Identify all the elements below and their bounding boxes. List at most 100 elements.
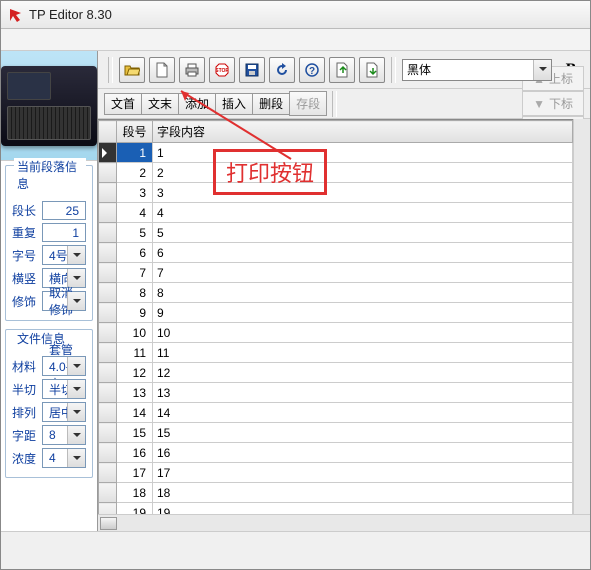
segment-content-cell[interactable]: 8 xyxy=(153,283,573,303)
segment-content-cell[interactable]: 19 xyxy=(153,503,573,515)
segment-number-cell[interactable]: 19 xyxy=(117,503,153,515)
segment-content-cell[interactable]: 14 xyxy=(153,403,573,423)
row-header[interactable] xyxy=(99,383,117,403)
segment-number-cell[interactable]: 3 xyxy=(117,183,153,203)
segment-number-cell[interactable]: 12 xyxy=(117,363,153,383)
segment-number-cell[interactable]: 2 xyxy=(117,163,153,183)
row-header[interactable] xyxy=(99,463,117,483)
segment-content-cell[interactable]: 16 xyxy=(153,443,573,463)
table-corner[interactable] xyxy=(99,121,117,143)
table-row[interactable]: 88 xyxy=(99,283,573,303)
row-header[interactable] xyxy=(99,203,117,223)
text-input[interactable]: 25 xyxy=(42,201,86,220)
segment-number-cell[interactable]: 4 xyxy=(117,203,153,223)
table-row[interactable]: 1717 xyxy=(99,463,573,483)
row-header[interactable] xyxy=(99,243,117,263)
segment-content-cell[interactable]: 11 xyxy=(153,343,573,363)
print-button[interactable] xyxy=(179,57,205,83)
row-header[interactable] xyxy=(99,223,117,243)
table-row[interactable]: 1414 xyxy=(99,403,573,423)
font-select[interactable]: 黑体 xyxy=(402,59,552,81)
row-header[interactable] xyxy=(99,343,117,363)
toolbar-chip-插入[interactable]: 插入 xyxy=(215,93,253,115)
row-header[interactable] xyxy=(99,423,117,443)
select-input[interactable]: 4 xyxy=(42,448,86,468)
segment-content-cell[interactable]: 5 xyxy=(153,223,573,243)
segment-content-cell[interactable]: 4 xyxy=(153,203,573,223)
segment-number-cell[interactable]: 6 xyxy=(117,243,153,263)
text-input[interactable]: 1 xyxy=(42,223,86,242)
segment-number-cell[interactable]: 13 xyxy=(117,383,153,403)
save-button[interactable] xyxy=(239,57,265,83)
table-row[interactable]: 1616 xyxy=(99,443,573,463)
new-button[interactable] xyxy=(149,57,175,83)
table-row[interactable]: 1111 xyxy=(99,343,573,363)
scrollbar-thumb[interactable] xyxy=(100,517,117,530)
open-button[interactable] xyxy=(119,57,145,83)
row-header[interactable] xyxy=(99,323,117,343)
help-button[interactable]: ? xyxy=(299,57,325,83)
segment-number-cell[interactable]: 15 xyxy=(117,423,153,443)
segment-content-cell[interactable]: 17 xyxy=(153,463,573,483)
toolbar-chip-文首[interactable]: 文首 xyxy=(104,93,142,115)
column-header-content[interactable]: 字段内容 xyxy=(153,121,573,143)
column-header-segment[interactable]: 段号 xyxy=(117,121,153,143)
horizontal-scrollbar[interactable] xyxy=(98,514,590,531)
table-row[interactable]: 55 xyxy=(99,223,573,243)
table-row[interactable]: 77 xyxy=(99,263,573,283)
stop-button[interactable]: STOP xyxy=(209,57,235,83)
row-header[interactable] xyxy=(99,283,117,303)
segment-content-cell[interactable]: 9 xyxy=(153,303,573,323)
segment-number-cell[interactable]: 10 xyxy=(117,323,153,343)
segment-content-cell[interactable]: 3 xyxy=(153,183,573,203)
row-header[interactable] xyxy=(99,443,117,463)
segment-content-cell[interactable]: 7 xyxy=(153,263,573,283)
select-input[interactable]: 半切 xyxy=(42,379,86,399)
table-row[interactable]: 1313 xyxy=(99,383,573,403)
table-row[interactable]: 99 xyxy=(99,303,573,323)
data-grid[interactable]: 段号 字段内容 11223344556677889910101111121213… xyxy=(98,119,573,514)
import-button[interactable] xyxy=(359,57,385,83)
table-row[interactable]: 1919 xyxy=(99,503,573,515)
row-header[interactable] xyxy=(99,143,117,163)
segment-content-cell[interactable]: 6 xyxy=(153,243,573,263)
segment-content-cell[interactable]: 18 xyxy=(153,483,573,503)
select-input[interactable]: 居中 xyxy=(42,402,86,422)
segment-number-cell[interactable]: 8 xyxy=(117,283,153,303)
segment-content-cell[interactable]: 15 xyxy=(153,423,573,443)
table-row[interactable]: 22 xyxy=(99,163,573,183)
row-header[interactable] xyxy=(99,403,117,423)
segment-number-cell[interactable]: 1 xyxy=(117,143,153,163)
row-header[interactable] xyxy=(99,363,117,383)
segment-number-cell[interactable]: 16 xyxy=(117,443,153,463)
toolbar-chip-文末[interactable]: 文末 xyxy=(141,93,179,115)
segment-number-cell[interactable]: 18 xyxy=(117,483,153,503)
table-row[interactable]: 66 xyxy=(99,243,573,263)
segment-number-cell[interactable]: 5 xyxy=(117,223,153,243)
segment-number-cell[interactable]: 11 xyxy=(117,343,153,363)
table-row[interactable]: 44 xyxy=(99,203,573,223)
segment-number-cell[interactable]: 17 xyxy=(117,463,153,483)
export-button[interactable] xyxy=(329,57,355,83)
select-input[interactable]: 4号 xyxy=(42,245,86,265)
table-row[interactable]: 11 xyxy=(99,143,573,163)
segment-number-cell[interactable]: 14 xyxy=(117,403,153,423)
row-header[interactable] xyxy=(99,183,117,203)
select-input[interactable]: 取消修饰 xyxy=(42,291,86,311)
vertical-scrollbar[interactable] xyxy=(573,119,590,514)
table-row[interactable]: 1818 xyxy=(99,483,573,503)
row-header[interactable] xyxy=(99,263,117,283)
segment-number-cell[interactable]: 7 xyxy=(117,263,153,283)
row-header[interactable] xyxy=(99,483,117,503)
segment-content-cell[interactable]: 10 xyxy=(153,323,573,343)
select-input[interactable]: 8 xyxy=(42,425,86,445)
row-header[interactable] xyxy=(99,503,117,515)
segment-content-cell[interactable]: 2 xyxy=(153,163,573,183)
toolbar-chip-添加[interactable]: 添加 xyxy=(178,93,216,115)
row-header[interactable] xyxy=(99,163,117,183)
segment-number-cell[interactable]: 9 xyxy=(117,303,153,323)
table-row[interactable]: 1212 xyxy=(99,363,573,383)
segment-content-cell[interactable]: 13 xyxy=(153,383,573,403)
toolbar-chip-删段[interactable]: 删段 xyxy=(252,93,290,115)
save-segment-button[interactable]: 存段 xyxy=(289,91,327,116)
